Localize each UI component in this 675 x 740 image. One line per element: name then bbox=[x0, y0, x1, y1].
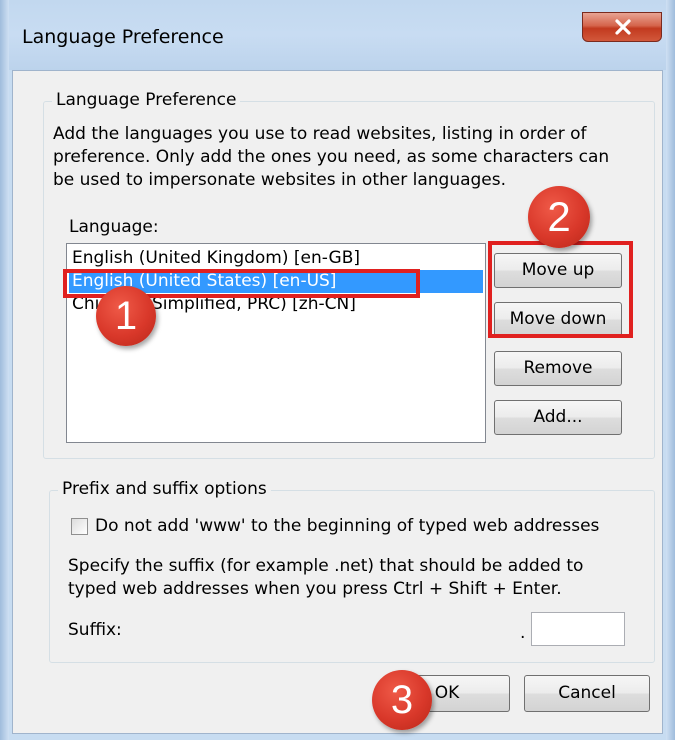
suffix-input[interactable] bbox=[531, 612, 625, 646]
no-www-checkbox[interactable] bbox=[71, 518, 88, 535]
step-marker-3: 3 bbox=[372, 670, 432, 730]
window-frame-left bbox=[0, 0, 9, 740]
window-title: Language Preference bbox=[22, 26, 224, 48]
language-list-label: Language: bbox=[69, 217, 159, 237]
step-marker-1: 1 bbox=[96, 286, 156, 346]
language-description-line-2: preference. Only add the ones you need, … bbox=[53, 147, 610, 167]
suffix-description-line-2: typed web addresses when you press Ctrl … bbox=[68, 579, 562, 599]
language-preference-dialog: Language Preference Language Preference … bbox=[0, 0, 675, 740]
language-description-line-1: Add the languages you use to read websit… bbox=[53, 124, 587, 144]
prefix-suffix-legend: Prefix and suffix options bbox=[58, 479, 271, 499]
suffix-description-line-1: Specify the suffix (for example .net) th… bbox=[68, 556, 584, 576]
dialog-body: Language Preference Add the languages yo… bbox=[12, 70, 663, 734]
language-item-en-gb[interactable]: English (United Kingdom) [en-GB] bbox=[69, 247, 483, 270]
add-button[interactable]: Add... bbox=[494, 400, 622, 435]
window-frame-right bbox=[666, 0, 675, 740]
close-icon bbox=[615, 19, 631, 35]
remove-button[interactable]: Remove bbox=[494, 351, 622, 386]
step-marker-2: 2 bbox=[528, 186, 590, 248]
no-www-checkbox-label[interactable]: Do not add 'www' to the beginning of typ… bbox=[95, 515, 599, 538]
close-button[interactable] bbox=[582, 12, 662, 42]
suffix-dot: . bbox=[520, 623, 526, 643]
language-description-line-3: be used to impersonate websites in other… bbox=[53, 170, 507, 190]
highlight-move-buttons bbox=[488, 241, 633, 338]
language-preference-legend: Language Preference bbox=[52, 90, 241, 110]
suffix-label: Suffix: bbox=[68, 620, 122, 640]
cancel-button[interactable]: Cancel bbox=[524, 675, 650, 712]
